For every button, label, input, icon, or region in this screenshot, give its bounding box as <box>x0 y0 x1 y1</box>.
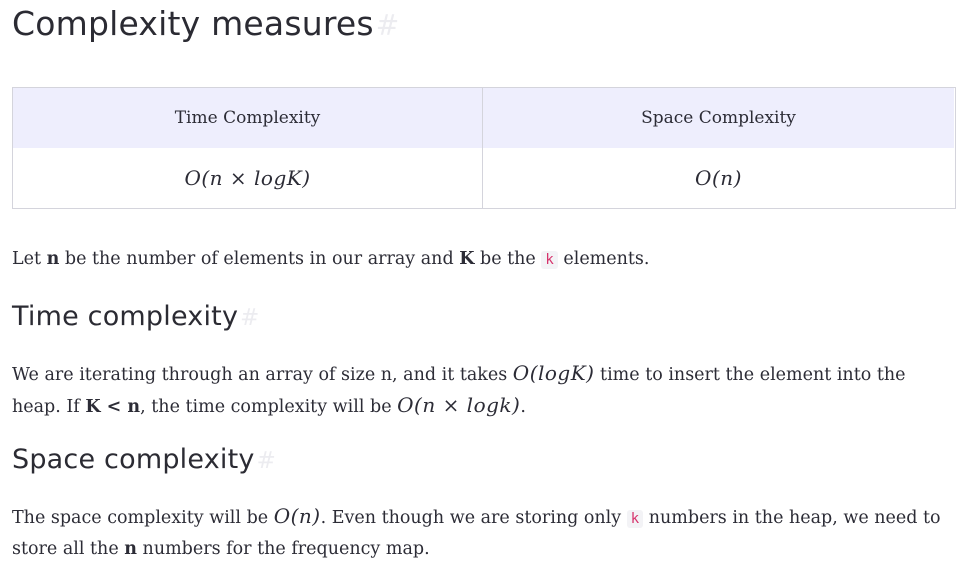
time-complexity-value: O(n × logK) <box>184 166 311 190</box>
space-complexity-heading: Space complexity# <box>12 442 276 479</box>
table-header-label: Space Complexity <box>641 108 796 128</box>
condition-bold: K < n <box>85 397 141 417</box>
math-expression: O(n) <box>273 504 321 528</box>
time-complexity-paragraph: We are iterating through an array of siz… <box>12 358 956 422</box>
heading-anchor-link[interactable]: # <box>240 305 259 331</box>
space-complexity-value: O(n) <box>695 166 742 190</box>
intro-text: Let <box>12 249 47 269</box>
time-text: We are iterating through an array of siz… <box>12 365 513 385</box>
complexity-table: Time Complexity Space Complexity O(n × l… <box>12 87 956 209</box>
intro-text: be the number of elements in our array a… <box>59 249 460 269</box>
page-title: Complexity measures# <box>12 1 400 49</box>
math-expression: O(n × logk) <box>397 393 521 417</box>
time-complexity-heading: Time complexity# <box>12 299 260 336</box>
table-header-space: Space Complexity <box>483 88 954 148</box>
math-expression: O(logK) <box>512 361 595 385</box>
table-cell-space: O(n) <box>483 148 954 208</box>
page-title-text: Complexity measures <box>12 4 374 43</box>
inline-code-k: k <box>626 510 644 528</box>
time-text: . <box>520 397 526 417</box>
heading-anchor-link[interactable]: # <box>257 448 276 474</box>
intro-paragraph: Let n be the number of elements in our a… <box>12 244 956 275</box>
time-text: , the time complexity will be <box>140 397 398 417</box>
table-header-time: Time Complexity <box>13 88 483 148</box>
inline-code-k: k <box>541 251 558 269</box>
intro-n-bold: n <box>46 249 60 269</box>
time-heading-text: Time complexity <box>12 301 239 332</box>
intro-text: elements. <box>557 249 650 269</box>
space-text: . Even though we are storing only <box>320 508 627 528</box>
space-heading-text: Space complexity <box>12 444 255 475</box>
space-text: numbers for the frequency map. <box>136 539 430 559</box>
space-complexity-paragraph: The space complexity will be O(n). Even … <box>12 501 956 563</box>
intro-text: be the <box>474 249 542 269</box>
table-header-label: Time Complexity <box>174 108 321 128</box>
space-text: The space complexity will be <box>12 508 274 528</box>
table-cell-time: O(n × logK) <box>13 148 483 208</box>
heading-anchor-link[interactable]: # <box>376 9 400 42</box>
space-n-bold: n <box>124 539 137 559</box>
intro-k-bold: K <box>459 249 475 269</box>
